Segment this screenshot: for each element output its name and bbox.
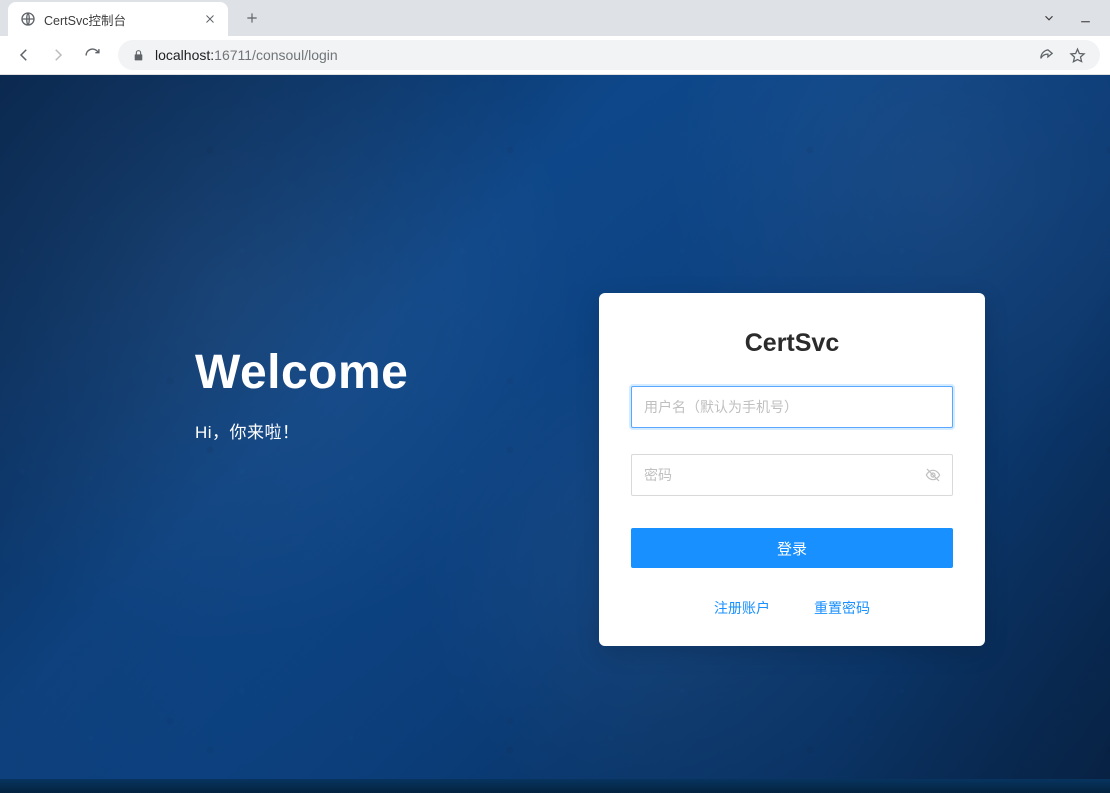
browser-toolbar: localhost:16711/consoul/login [0, 36, 1110, 74]
login-title: CertSvc [631, 329, 953, 358]
page-content: Welcome Hi，你来啦！ CertSvc 登录 注册账户 重置密码 [0, 75, 1110, 793]
address-bar-actions [1038, 47, 1086, 64]
share-icon[interactable] [1038, 47, 1055, 64]
browser-tab[interactable]: CertSvc控制台 [8, 2, 228, 36]
username-field-wrapper [631, 386, 953, 428]
username-input[interactable] [631, 386, 953, 428]
browser-chrome: CertSvc控制台 [0, 0, 1110, 75]
new-tab-button[interactable] [238, 4, 266, 32]
hero-title: Welcome [195, 345, 408, 400]
forward-button[interactable] [44, 41, 72, 69]
password-input[interactable] [631, 454, 953, 496]
url-host: localhost: [155, 47, 214, 63]
tab-bar: CertSvc控制台 [0, 0, 1110, 36]
hero: Welcome Hi，你来啦！ [195, 345, 408, 443]
lock-icon [132, 49, 145, 62]
eye-off-icon[interactable] [925, 467, 941, 483]
login-links: 注册账户 重置密码 [631, 598, 953, 618]
login-button[interactable]: 登录 [631, 528, 953, 568]
chevron-down-icon[interactable] [1042, 11, 1056, 25]
globe-icon [20, 11, 36, 27]
register-link[interactable]: 注册账户 [714, 598, 770, 618]
reload-button[interactable] [78, 41, 106, 69]
address-bar[interactable]: localhost:16711/consoul/login [118, 40, 1100, 70]
url-path: 16711/consoul/login [214, 47, 338, 63]
star-icon[interactable] [1069, 47, 1086, 64]
password-field-wrapper [631, 454, 953, 496]
hero-subtitle: Hi，你来啦！ [195, 418, 408, 443]
back-button[interactable] [10, 41, 38, 69]
window-controls [1042, 11, 1110, 25]
reset-password-link[interactable]: 重置密码 [814, 598, 870, 618]
close-icon[interactable] [202, 11, 218, 27]
login-card: CertSvc 登录 注册账户 重置密码 [599, 293, 985, 646]
tab-title: CertSvc控制台 [44, 10, 126, 29]
minimize-icon[interactable] [1078, 11, 1092, 25]
